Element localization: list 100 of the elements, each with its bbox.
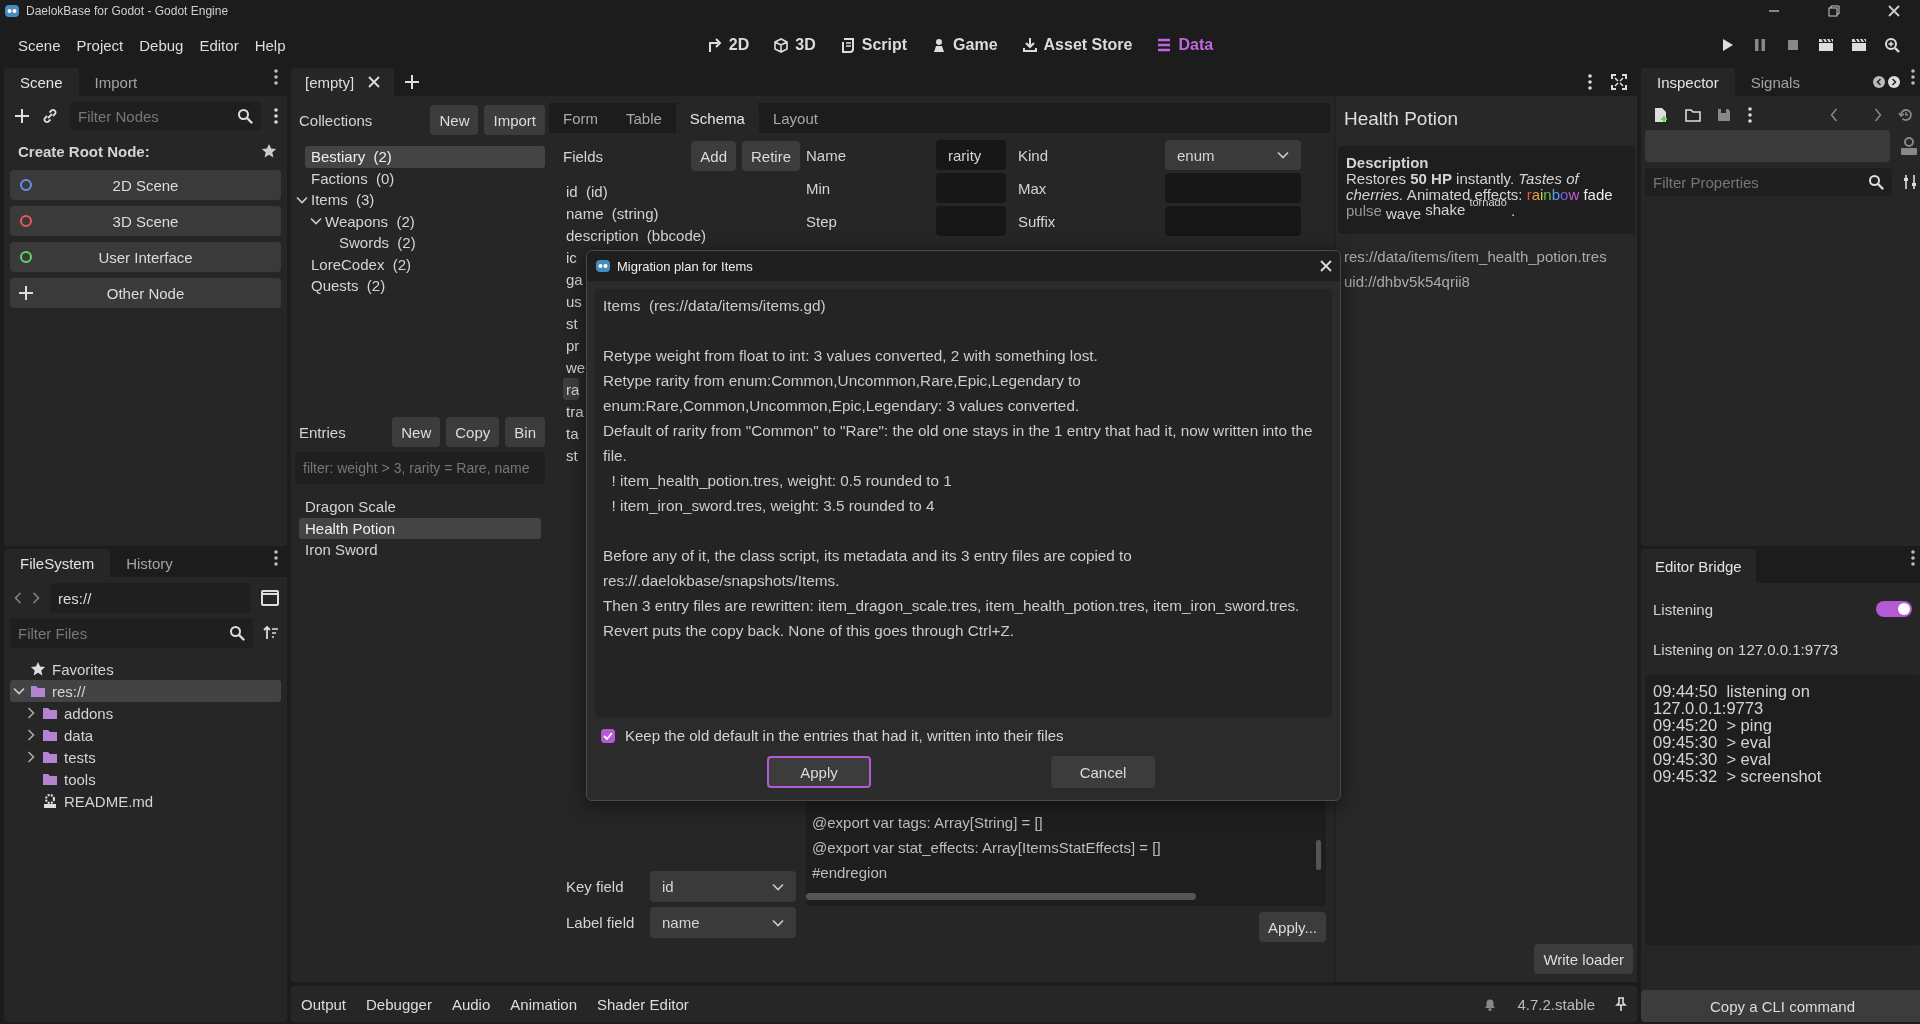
scrollbar[interactable] (806, 893, 1196, 900)
fullscreen-icon[interactable] (1611, 74, 1627, 90)
restore-icon[interactable] (1828, 5, 1840, 17)
history-back-icon[interactable] (1873, 76, 1885, 88)
add-icon[interactable] (14, 108, 30, 124)
stop-icon[interactable] (1785, 37, 1801, 53)
field-item[interactable]: description (bbcode) (563, 224, 707, 246)
checkbox[interactable] (601, 728, 615, 743)
workspace-button[interactable]: Script (830, 30, 917, 60)
path-field[interactable]: res:// (50, 583, 251, 613)
chevron-right-icon[interactable] (27, 729, 35, 741)
filter-field[interactable]: filter: weight > 3, rarity = Rare, name (295, 452, 545, 484)
field-item[interactable]: name (string) (563, 202, 659, 224)
more-icon[interactable] (273, 68, 279, 86)
pin-icon[interactable] (1615, 997, 1627, 1011)
field-item[interactable]: st (563, 444, 578, 466)
copy-command-button[interactable]: Copy a CLI command (1641, 990, 1920, 1022)
toolbar-button[interactable]: Retire (742, 141, 800, 171)
create-node-button[interactable]: 3D Scene (10, 206, 281, 236)
window-icon[interactable] (261, 590, 279, 606)
filter-field[interactable]: Filter Files (10, 618, 223, 648)
create-node-button[interactable]: 2D Scene (10, 170, 281, 200)
chevron-right-icon[interactable] (27, 707, 35, 719)
apply-button[interactable]: Apply... (1259, 912, 1326, 942)
search-icon[interactable] (223, 618, 253, 648)
doc-search-icon[interactable] (1900, 136, 1918, 156)
history-forward-icon[interactable] (1888, 76, 1900, 88)
collection-item[interactable]: Swords (2) (333, 232, 545, 254)
file-tree-item[interactable]: res:// (10, 680, 281, 702)
clapperboard-icon[interactable] (1818, 37, 1834, 53)
forward-icon[interactable] (1874, 108, 1882, 122)
workspace-button[interactable]: Asset Store (1012, 30, 1142, 60)
toggle-switch[interactable] (1876, 601, 1912, 617)
menu-item[interactable]: Debug (131, 32, 192, 58)
entry-item[interactable]: Dragon Scale (299, 496, 541, 518)
close-window-icon[interactable] (1888, 5, 1900, 17)
field-item[interactable]: tra (563, 400, 584, 422)
tab[interactable]: Form (549, 103, 612, 133)
file-tree-item[interactable]: addons (22, 702, 281, 724)
bottom-tab[interactable]: Animation (510, 995, 577, 1013)
create-node-button[interactable]: User Interface (10, 242, 281, 272)
sort-icon[interactable] (263, 625, 279, 641)
tab[interactable]: Layout (758, 103, 832, 133)
tab[interactable]: Signals (1734, 68, 1816, 96)
tab[interactable]: Inspector (1641, 68, 1735, 96)
collection-item[interactable]: Factions (0) (305, 167, 545, 189)
field-item[interactable]: ta (563, 422, 579, 444)
back-icon[interactable] (1830, 108, 1838, 122)
folder-icon[interactable] (1685, 108, 1701, 122)
clapperboard-icon[interactable] (1851, 37, 1867, 53)
dropdown[interactable]: enum (1165, 140, 1301, 170)
chevron-right-icon[interactable] (27, 751, 35, 763)
search-icon[interactable] (1862, 168, 1892, 196)
collection-item[interactable]: Quests (2) (305, 275, 545, 297)
magnifier-icon[interactable] (1884, 37, 1900, 53)
collection-item[interactable]: Items (3) (291, 189, 545, 211)
tab[interactable]: Scene (4, 68, 79, 96)
toolbar-button[interactable]: Add (691, 141, 736, 171)
star-icon[interactable] (261, 143, 277, 159)
dropdown[interactable]: id (650, 871, 796, 902)
new-tab-icon[interactable] (404, 74, 421, 90)
workspace-button[interactable]: 3D (764, 30, 825, 60)
more-icon[interactable] (1910, 549, 1916, 567)
dialog-button[interactable]: Apply (767, 756, 871, 788)
workspace-button[interactable]: 2D (697, 30, 759, 60)
workspace-button[interactable]: Game (922, 30, 1007, 60)
bottom-tab[interactable]: Debugger (366, 995, 432, 1013)
tune-icon[interactable] (1902, 174, 1918, 190)
toolbar-button[interactable]: New (430, 105, 479, 135)
field-item[interactable]: us (563, 290, 582, 312)
filter-field[interactable]: Filter Nodes (70, 102, 231, 130)
more-icon[interactable] (1910, 68, 1916, 86)
bottom-tab[interactable]: Audio (451, 995, 491, 1013)
tab[interactable]: Editor Bridge (1641, 549, 1756, 583)
search-icon[interactable] (231, 102, 261, 130)
close-icon[interactable] (1320, 260, 1332, 272)
tab[interactable]: Schema (675, 103, 759, 133)
save-icon[interactable] (1717, 108, 1731, 122)
link-icon[interactable] (42, 108, 58, 124)
field-item[interactable]: ic (563, 246, 577, 268)
more-icon[interactable] (1587, 73, 1593, 91)
history-icon[interactable] (1898, 107, 1914, 123)
toolbar-button[interactable]: New (392, 417, 441, 447)
pause-icon[interactable] (1752, 37, 1768, 53)
field-item[interactable]: id (id) (563, 180, 608, 202)
menu-item[interactable]: Scene (10, 32, 69, 58)
bottom-tab[interactable]: Output (301, 995, 347, 1013)
file-tree-item[interactable]: README.md (22, 790, 281, 812)
tab[interactable]: Import (78, 68, 154, 96)
more-icon[interactable] (273, 107, 279, 125)
more-icon[interactable] (273, 549, 279, 567)
toolbar-button[interactable]: Import (484, 105, 545, 135)
dropdown[interactable]: name (650, 907, 796, 938)
write-loader-button[interactable]: Write loader (1534, 944, 1633, 974)
more-icon[interactable] (1747, 106, 1753, 124)
close-tab-icon[interactable] (368, 76, 381, 88)
file-tree-item[interactable]: data (22, 724, 281, 746)
bell-icon[interactable] (1483, 997, 1498, 1011)
bottom-tab[interactable]: Shader Editor (597, 995, 689, 1013)
dialog-button[interactable]: Cancel (1051, 756, 1155, 788)
